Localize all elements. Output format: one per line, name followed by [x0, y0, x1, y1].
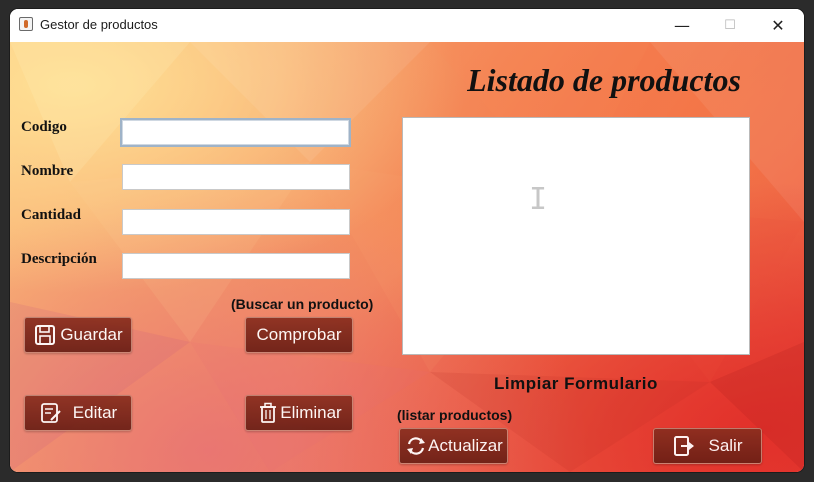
cantidad-label: Cantidad	[21, 207, 82, 223]
cantidad-input[interactable]	[122, 209, 350, 235]
nombre-input[interactable]	[122, 164, 350, 190]
title-bar[interactable]: Gestor de productos — ☐ ✕	[10, 9, 804, 42]
maximize-button[interactable]: ☐	[706, 9, 754, 42]
salir-label: Salir	[708, 436, 743, 455]
editar-label: Editar	[72, 403, 118, 422]
minimize-button[interactable]: —	[658, 9, 706, 42]
java-icon	[19, 17, 33, 31]
descripcion-label: Descripción	[21, 251, 97, 267]
refresh-icon	[404, 434, 428, 458]
comprobar-button[interactable]: Comprobar	[245, 317, 353, 353]
exit-icon	[672, 434, 696, 458]
buscar-hint: (Buscar un producto)	[231, 296, 374, 312]
close-button[interactable]: ✕	[754, 9, 802, 42]
product-list[interactable]: I	[402, 117, 750, 355]
descripcion-input[interactable]	[122, 253, 350, 279]
trash-icon	[256, 401, 280, 425]
codigo-label: Codigo	[21, 119, 67, 135]
window-title: Gestor de productos	[40, 17, 158, 32]
actualizar-button[interactable]: Actualizar	[399, 428, 508, 464]
limpiar-formulario-link[interactable]: Limpiar Formulario	[494, 374, 658, 394]
main-panel: Listado de productos Codigo Nombre Canti…	[10, 42, 804, 472]
save-icon	[33, 323, 57, 347]
eliminar-label: Eliminar	[280, 403, 342, 422]
nombre-label: Nombre	[21, 163, 74, 179]
comprobar-label: Comprobar	[256, 325, 342, 344]
guardar-button[interactable]: Guardar	[24, 317, 132, 353]
edit-icon	[39, 401, 63, 425]
listar-hint: (listar productos)	[397, 407, 513, 423]
text-cursor-icon: I	[529, 182, 548, 217]
salir-button[interactable]: Salir	[653, 428, 762, 464]
codigo-input[interactable]	[120, 118, 351, 147]
app-window: Gestor de productos — ☐ ✕ Listado de pro…	[10, 9, 804, 472]
actualizar-label: Actualizar	[428, 436, 503, 455]
guardar-label: Guardar	[60, 325, 123, 344]
editar-button[interactable]: Editar	[24, 395, 132, 431]
page-title: Listado de productos	[467, 62, 741, 98]
eliminar-button[interactable]: Eliminar	[245, 395, 353, 431]
